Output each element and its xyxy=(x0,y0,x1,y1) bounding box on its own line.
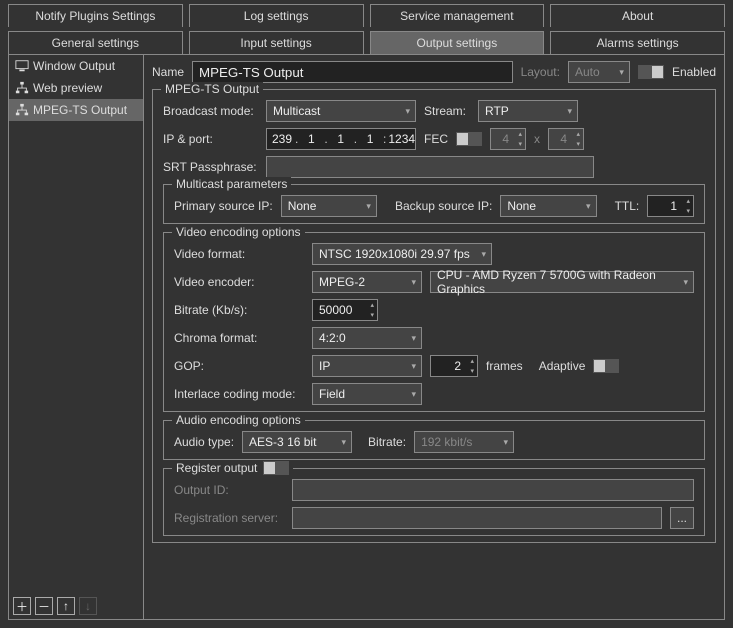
fec-x-label: x xyxy=(534,132,540,146)
video-format-label: Video format: xyxy=(174,247,304,261)
enabled-label: Enabled xyxy=(672,65,716,79)
adaptive-label: Adaptive xyxy=(539,359,586,373)
group-title: Multicast parameters xyxy=(172,177,291,191)
output-content: Name Layout: Auto Enabled MPEG-TS Output… xyxy=(143,54,725,620)
output-id-input xyxy=(292,479,694,501)
stream-select[interactable]: RTP xyxy=(478,100,578,122)
multicast-group: Multicast parameters Primary source IP: … xyxy=(163,184,705,224)
ttl-label: TTL: xyxy=(615,199,640,213)
adaptive-toggle[interactable] xyxy=(593,359,619,373)
fec-label: FEC xyxy=(424,132,448,146)
chroma-label: Chroma format: xyxy=(174,331,304,345)
group-title: Audio encoding options xyxy=(172,413,305,427)
registration-server-label: Registration server: xyxy=(174,511,284,525)
fec-a-spin[interactable]: 4 xyxy=(490,128,526,150)
primary-source-label: Primary source IP: xyxy=(174,199,273,213)
tree-icon xyxy=(15,103,29,117)
layout-label: Layout: xyxy=(521,65,560,79)
sidebar-item-window-output[interactable]: Window Output xyxy=(9,55,143,77)
bitrate-spin[interactable]: 50000 xyxy=(312,299,378,321)
bitrate-label: Bitrate (Kb/s): xyxy=(174,303,304,317)
group-title: MPEG-TS Output xyxy=(161,82,263,96)
fec-b-spin[interactable]: 4 xyxy=(548,128,584,150)
sidebar-item-label: Web preview xyxy=(33,81,102,95)
output-id-label: Output ID: xyxy=(174,483,284,497)
ip-octet-3[interactable] xyxy=(330,132,352,146)
register-group: Register output Output ID: Registration … xyxy=(163,468,705,536)
encoder-device-select[interactable]: CPU - AMD Ryzen 7 5700G with Radeon Grap… xyxy=(430,271,694,293)
sidebar-item-label: Window Output xyxy=(33,59,115,73)
video-format-select[interactable]: NTSC 1920x1080i 29.97 fps xyxy=(312,243,492,265)
group-title: Register output xyxy=(172,461,293,475)
tree-icon xyxy=(15,81,29,95)
broadcast-mode-label: Broadcast mode: xyxy=(163,104,258,118)
chroma-select[interactable]: 4:2:0 xyxy=(312,327,422,349)
frames-label: frames xyxy=(486,359,523,373)
layout-select[interactable]: Auto xyxy=(568,61,630,83)
browse-server-button[interactable]: ... xyxy=(670,507,694,529)
register-label: Register output xyxy=(176,461,257,475)
video-encoder-select[interactable]: MPEG-2 xyxy=(312,271,422,293)
registration-server-input xyxy=(292,507,662,529)
ip-octet-1[interactable] xyxy=(271,132,293,146)
stream-label: Stream: xyxy=(424,104,466,118)
tab-service-management[interactable]: Service management xyxy=(370,4,545,27)
ip-port-input[interactable]: . . . : xyxy=(266,128,416,150)
sidebar-item-mpegts-output[interactable]: MPEG-TS Output xyxy=(9,99,143,121)
ip-octet-2[interactable] xyxy=(300,132,322,146)
tab-input-settings[interactable]: Input settings xyxy=(189,31,364,54)
output-sidebar: Window Output Web preview MPEG-TS Output… xyxy=(8,54,143,620)
audio-bitrate-label: Bitrate: xyxy=(368,435,406,449)
monitor-icon xyxy=(15,59,29,73)
audio-type-select[interactable]: AES-3 16 bit xyxy=(242,431,352,453)
port-input[interactable] xyxy=(388,132,424,146)
tab-output-settings[interactable]: Output settings xyxy=(370,31,545,54)
enabled-toggle[interactable] xyxy=(638,65,664,79)
register-toggle[interactable] xyxy=(263,461,289,475)
move-up-button[interactable]: ↑ xyxy=(57,597,75,615)
sidebar-item-label: MPEG-TS Output xyxy=(33,103,127,117)
tab-about[interactable]: About xyxy=(550,4,725,27)
name-label: Name xyxy=(152,65,184,79)
tab-alarms-settings[interactable]: Alarms settings xyxy=(550,31,725,54)
interlace-select[interactable]: Field xyxy=(312,383,422,405)
remove-output-button[interactable]: － xyxy=(35,597,53,615)
ttl-spin[interactable]: 1 xyxy=(647,195,694,217)
top-tab-bar: Notify Plugins Settings Log settings Ser… xyxy=(0,0,733,27)
group-title: Video encoding options xyxy=(172,225,305,239)
ip-octet-4[interactable] xyxy=(359,132,381,146)
primary-source-select[interactable]: None xyxy=(281,195,377,217)
name-input[interactable] xyxy=(192,61,513,83)
srt-label: SRT Passphrase: xyxy=(163,160,258,174)
tab-general-settings[interactable]: General settings xyxy=(8,31,183,54)
mpegts-group: MPEG-TS Output Broadcast mode: Multicast… xyxy=(152,89,716,543)
fec-toggle[interactable] xyxy=(456,132,482,146)
video-group: Video encoding options Video format: NTS… xyxy=(163,232,705,412)
backup-source-label: Backup source IP: xyxy=(395,199,492,213)
srt-input[interactable] xyxy=(266,156,594,178)
audio-group: Audio encoding options Audio type: AES-3… xyxy=(163,420,705,460)
sidebar-buttons: ＋ － ↑ ↓ xyxy=(9,593,143,619)
broadcast-mode-select[interactable]: Multicast xyxy=(266,100,416,122)
add-output-button[interactable]: ＋ xyxy=(13,597,31,615)
ip-port-label: IP & port: xyxy=(163,132,258,146)
tab-notify-plugins[interactable]: Notify Plugins Settings xyxy=(8,4,183,27)
audio-bitrate-select[interactable]: 192 kbit/s xyxy=(414,431,514,453)
backup-source-select[interactable]: None xyxy=(500,195,596,217)
interlace-label: Interlace coding mode: xyxy=(174,387,304,401)
tab-log-settings[interactable]: Log settings xyxy=(189,4,364,27)
sub-tab-bar: General settings Input settings Output s… xyxy=(0,27,733,54)
gop-label: GOP: xyxy=(174,359,304,373)
sidebar-item-web-preview[interactable]: Web preview xyxy=(9,77,143,99)
gop-mode-select[interactable]: IP xyxy=(312,355,422,377)
audio-type-label: Audio type: xyxy=(174,435,234,449)
move-down-button[interactable]: ↓ xyxy=(79,597,97,615)
video-encoder-label: Video encoder: xyxy=(174,275,304,289)
gop-frames-spin[interactable]: 2 xyxy=(430,355,478,377)
